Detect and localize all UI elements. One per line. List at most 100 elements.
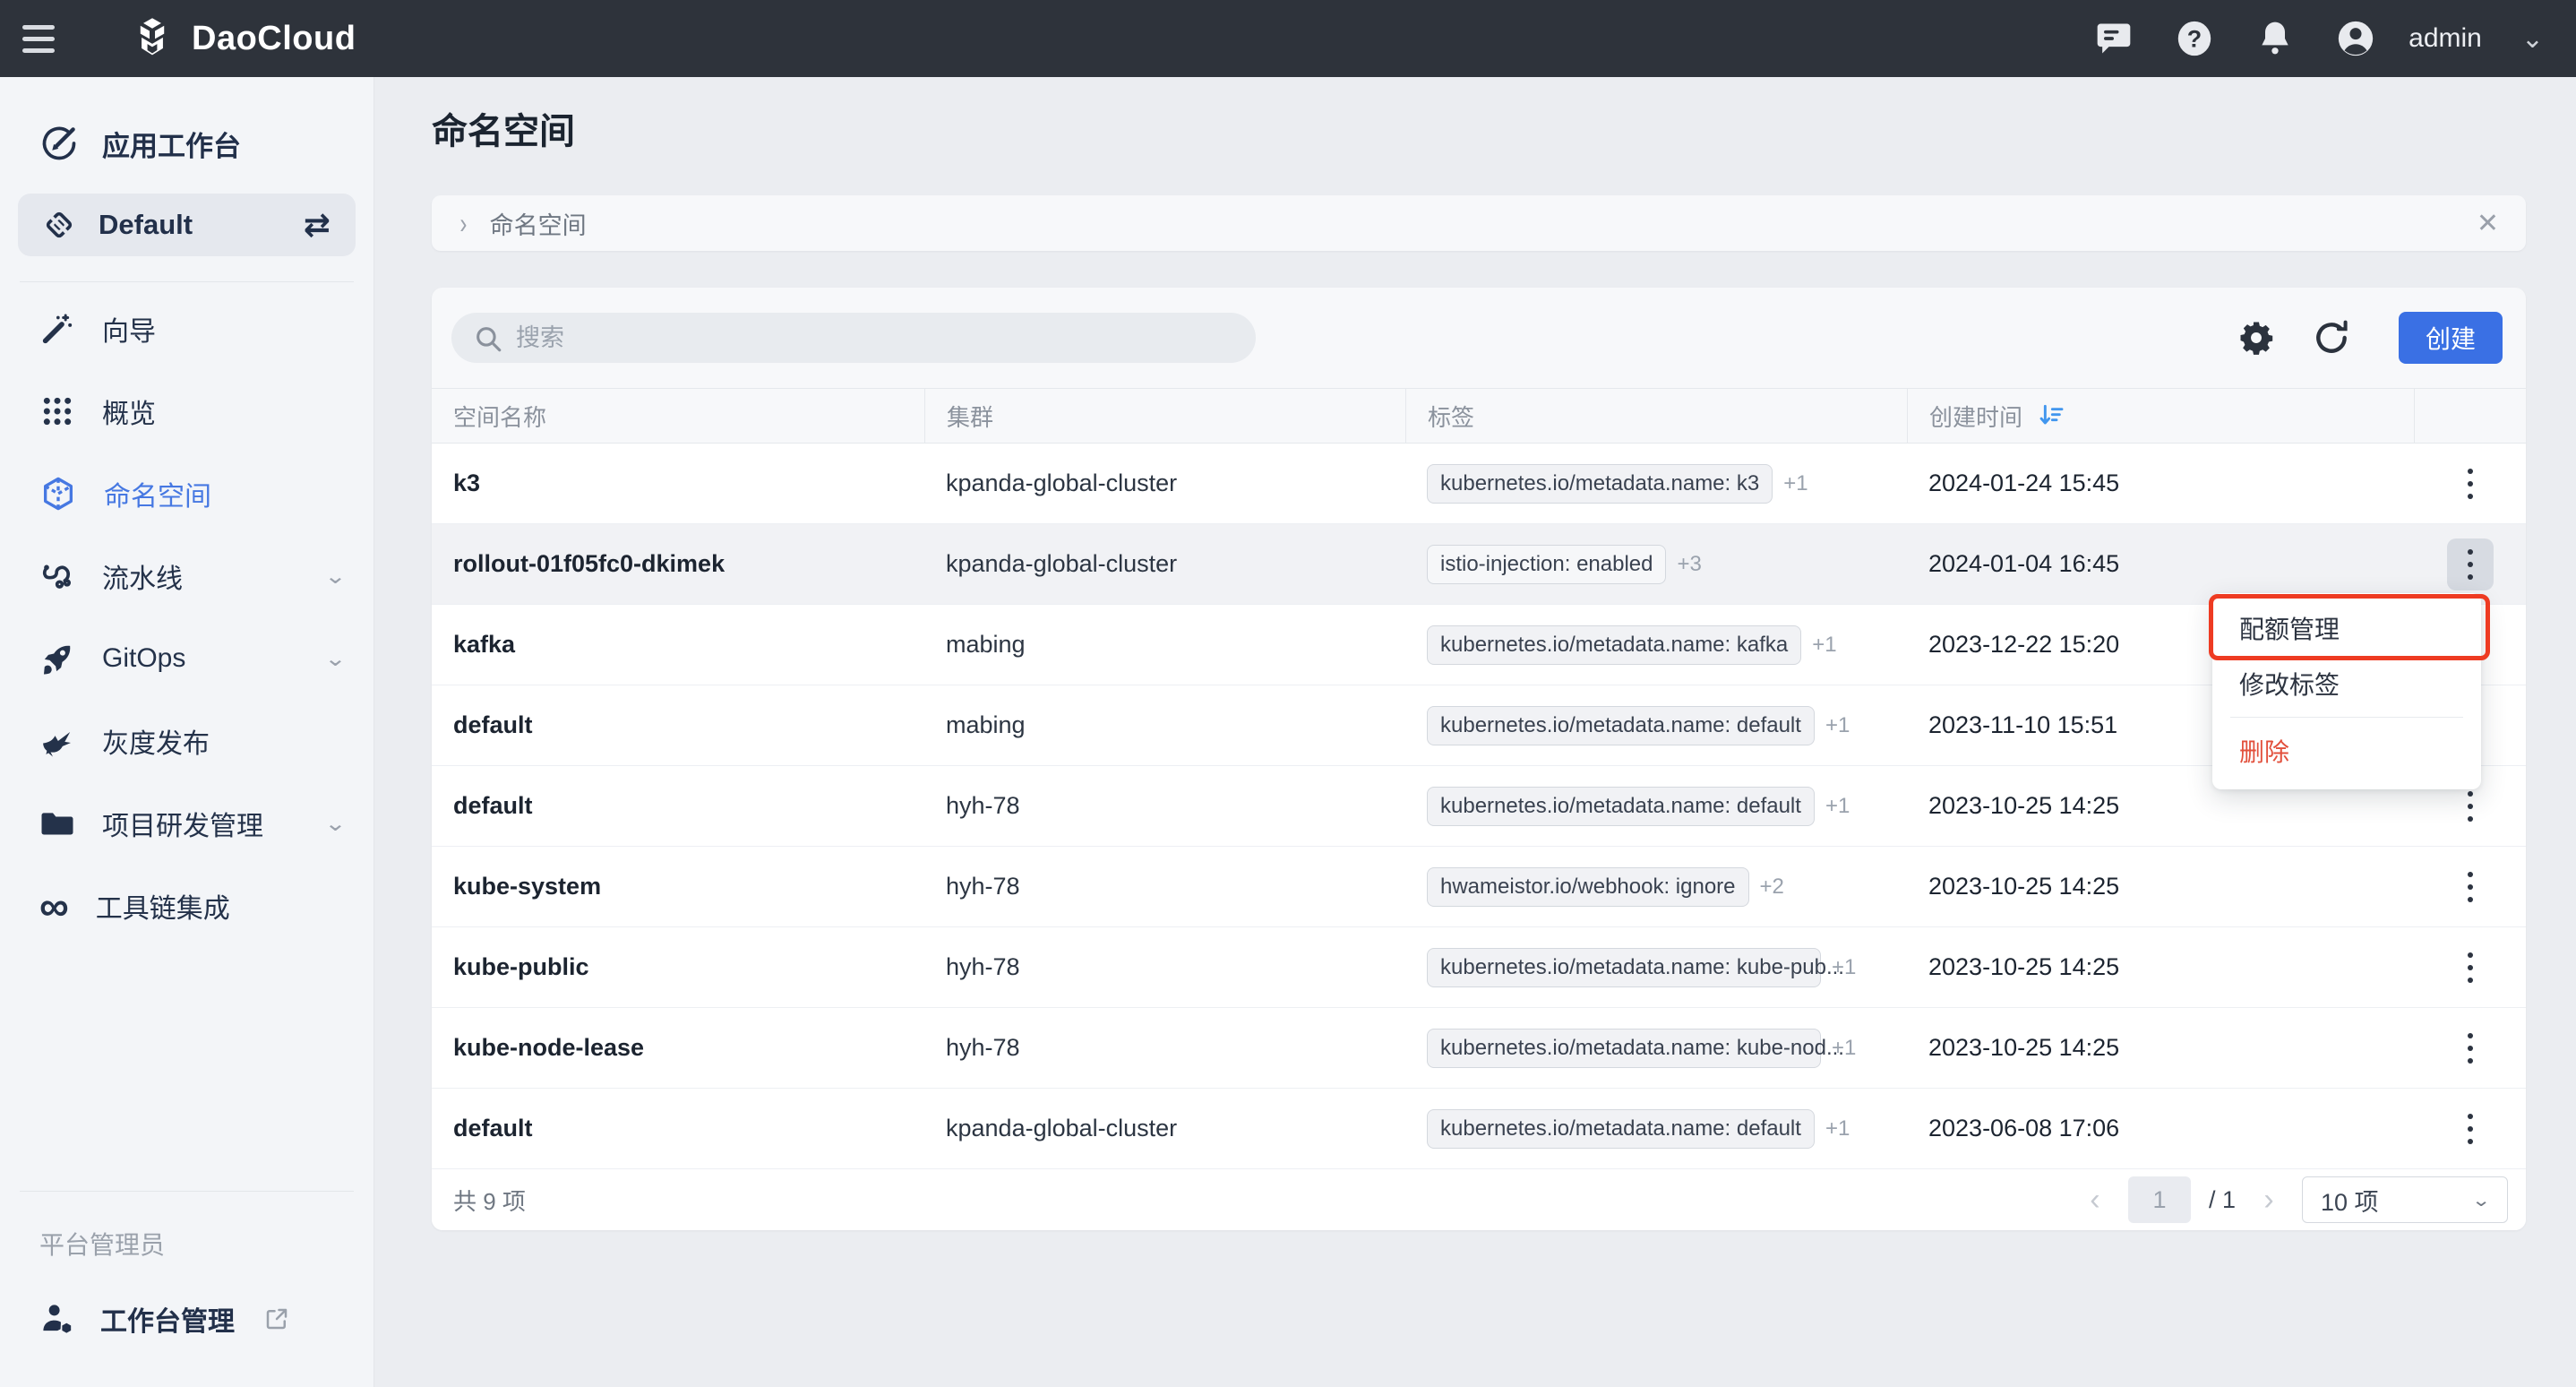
wand-icon (39, 311, 75, 347)
row-actions-button[interactable] (2447, 942, 2494, 994)
next-page-icon[interactable]: › (2254, 1183, 2284, 1218)
sidebar-item-project-management[interactable]: 项目研发管理 ⌄ (0, 782, 374, 865)
svg-text:?: ? (2187, 26, 2202, 53)
breadcrumb-item[interactable]: 命名空间 (490, 206, 587, 241)
label-chip: kubernetes.io/metadata.name: k3 (1427, 464, 1773, 504)
namespace-name-cell[interactable]: default (432, 766, 924, 846)
top-header: DaoCloud ? admin ⌄ (0, 0, 2576, 77)
labels-cell: kubernetes.io/metadata.name: kube-nod...… (1405, 1008, 1907, 1088)
notifications-bell-icon[interactable] (2254, 18, 2296, 59)
pipeline-icon (39, 558, 75, 594)
messages-icon[interactable] (2093, 18, 2134, 59)
label-extra-count[interactable]: +1 (1825, 713, 1850, 738)
column-header-cluster[interactable]: 集群 (924, 389, 1405, 443)
brand-name: DaoCloud (192, 20, 356, 58)
cluster-cell: kpanda-global-cluster (924, 1089, 1405, 1168)
labels-cell: kubernetes.io/metadata.name: kafka +1 (1405, 605, 1907, 685)
search-icon (473, 323, 503, 354)
namespace-name-cell[interactable]: default (432, 685, 924, 765)
actions-cell (2414, 847, 2526, 926)
workbench-icon (39, 124, 79, 163)
sidebar-item-gitops[interactable]: GitOps ⌄ (0, 617, 374, 700)
settings-gear-icon[interactable] (2236, 317, 2277, 358)
sidebar-item-wizard[interactable]: 向导 (0, 288, 374, 370)
page-size-select[interactable]: 10 项 ⌄ (2302, 1176, 2508, 1223)
row-actions-button[interactable] (2447, 1103, 2494, 1155)
pagination-bar: 共 9 项 ‹ 1 / 1 › 10 项 ⌄ (432, 1169, 2526, 1230)
label-extra-count[interactable]: +1 (1832, 955, 1856, 980)
row-actions-button[interactable] (2447, 1022, 2494, 1074)
actions-cell (2414, 1089, 2526, 1168)
sort-descending-icon[interactable] (2037, 401, 2065, 430)
breadcrumb-close-icon[interactable]: ✕ (2477, 208, 2499, 239)
sidebar-item-workbench-admin[interactable]: 工作台管理 (0, 1299, 374, 1339)
label-extra-count[interactable]: +3 (1677, 552, 1701, 577)
breadcrumb-expand-chevron-icon[interactable]: › (459, 207, 467, 240)
namespace-cube-icon (39, 475, 77, 513)
sidebar-item-label: 工作台管理 (100, 1299, 235, 1339)
cluster-cell: hyh-78 (924, 847, 1405, 926)
table-row[interactable]: default kpanda-global-cluster kubernetes… (432, 1089, 2526, 1169)
label-extra-count[interactable]: +1 (1825, 794, 1850, 819)
namespace-name-cell[interactable]: kube-system (432, 847, 924, 926)
hamburger-menu-icon[interactable] (0, 0, 77, 77)
chevron-down-icon: ⌄ (324, 811, 347, 836)
table-row[interactable]: kube-system hyh-78 hwameistor.io/webhook… (432, 847, 2526, 927)
row-actions-button[interactable] (2447, 538, 2494, 590)
labels-cell: kubernetes.io/metadata.name: default +1 (1405, 1089, 1907, 1168)
namespace-name-cell[interactable]: kube-public (432, 927, 924, 1007)
sidebar-item-pipelines[interactable]: 流水线 ⌄ (0, 535, 374, 617)
label-chip: kubernetes.io/metadata.name: default (1427, 787, 1815, 826)
namespace-name-cell[interactable]: kube-node-lease (432, 1008, 924, 1088)
namespace-name-cell[interactable]: default (432, 1089, 924, 1168)
label-extra-count[interactable]: +1 (1812, 633, 1836, 658)
created-time-cell: 2023-10-25 14:25 (1907, 847, 2414, 926)
column-header-labels[interactable]: 标签 (1405, 389, 1907, 443)
refresh-icon[interactable] (2311, 317, 2352, 358)
user-menu-chevron-down-icon[interactable]: ⌄ (2521, 23, 2544, 55)
previous-page-icon[interactable]: ‹ (2080, 1183, 2110, 1218)
admin-user-cube-icon (39, 1300, 77, 1338)
search-input[interactable] (451, 313, 1256, 363)
sidebar-item-toolchain[interactable]: ∞ 工具链集成 (0, 865, 374, 947)
sidebar-item-namespaces[interactable]: 命名空间 (0, 452, 374, 535)
labels-cell: istio-injection: enabled +3 (1405, 524, 1907, 604)
column-header-actions (2414, 389, 2526, 443)
switch-workspace-icon[interactable]: ⇄ (304, 206, 331, 244)
help-icon[interactable]: ? (2174, 18, 2215, 59)
table-row[interactable]: rollout-01f05fc0-dkimek kpanda-global-cl… (432, 524, 2526, 605)
sidebar-item-canary-release[interactable]: 灰度发布 (0, 700, 374, 782)
table-row[interactable]: kube-public hyh-78 kubernetes.io/metadat… (432, 927, 2526, 1008)
daocloud-logo-icon (129, 15, 176, 62)
chevron-down-icon: ⌄ (2471, 1189, 2491, 1210)
table-row[interactable]: k3 kpanda-global-cluster kubernetes.io/m… (432, 444, 2526, 524)
workspace-selector[interactable]: Default ⇄ (18, 194, 356, 256)
sidebar-item-overview[interactable]: 概览 (0, 370, 374, 452)
page-number-input[interactable]: 1 (2128, 1176, 2191, 1223)
column-header-created[interactable]: 创建时间 (1907, 389, 2414, 443)
namespace-name-cell[interactable]: kafka (432, 605, 924, 685)
workspace-name: Default (99, 209, 193, 241)
namespace-name-cell[interactable]: rollout-01f05fc0-dkimek (432, 524, 924, 604)
user-avatar[interactable] (2335, 18, 2376, 59)
page-title: 命名空间 (432, 102, 2526, 154)
row-actions-button[interactable] (2447, 458, 2494, 510)
table-row[interactable]: kube-node-lease hyh-78 kubernetes.io/met… (432, 1008, 2526, 1089)
page-count-label: / 1 (2209, 1186, 2236, 1214)
namespace-name-cell[interactable]: k3 (432, 444, 924, 523)
created-time-cell: 2023-06-08 17:06 (1907, 1089, 2414, 1168)
created-time-cell: 2023-10-25 14:25 (1907, 927, 2414, 1007)
label-extra-count[interactable]: +1 (1783, 471, 1807, 496)
label-extra-count[interactable]: +1 (1832, 1036, 1856, 1061)
menu-item-quota-management[interactable]: 配额管理 (2212, 600, 2481, 656)
menu-item-delete[interactable]: 删除 (2212, 723, 2481, 779)
grid-dots-icon (39, 393, 75, 429)
label-extra-count[interactable]: +2 (1760, 874, 1784, 900)
label-extra-count[interactable]: +1 (1825, 1116, 1850, 1141)
column-header-name[interactable]: 空间名称 (432, 389, 924, 443)
row-actions-button[interactable] (2447, 861, 2494, 913)
create-button[interactable]: 创建 (2399, 312, 2503, 364)
menu-item-edit-labels[interactable]: 修改标签 (2212, 656, 2481, 711)
labels-cell: kubernetes.io/metadata.name: k3 +1 (1405, 444, 1907, 523)
labels-cell: hwameistor.io/webhook: ignore +2 (1405, 847, 1907, 926)
